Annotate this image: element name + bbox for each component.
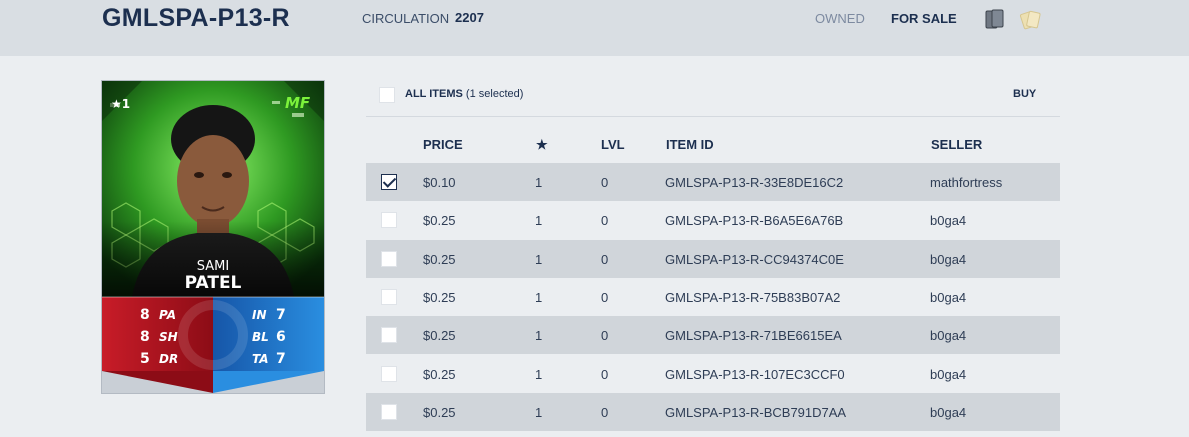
row-checkbox[interactable] (381, 327, 397, 343)
stat-value: 8 (140, 307, 150, 323)
row-checkbox[interactable] (381, 251, 397, 267)
row-price: $0.10 (423, 175, 456, 190)
row-seller: mathfortress (930, 175, 1003, 190)
row-price: $0.25 (423, 367, 456, 382)
column-header-seller[interactable]: SELLER (931, 137, 982, 152)
row-star: 1 (535, 290, 543, 305)
stat-label: TA (252, 352, 269, 366)
row-seller: b0ga4 (930, 328, 967, 343)
row-seller: b0ga4 (930, 213, 967, 228)
selected-count: (1 selected) (465, 88, 524, 100)
stat-value: 5 (140, 351, 150, 367)
tab-for-sale[interactable]: FOR SALE (891, 11, 957, 26)
row-price: $0.25 (423, 213, 456, 228)
player-card[interactable]: ★1 MF SAMI PATEL 8 PA 8 SH 5 DR IN 7 BL … (101, 80, 325, 394)
column-header-item-id[interactable]: ITEM ID (666, 137, 714, 152)
card-first-name: SAMI (196, 259, 230, 274)
row-lvl: 0 (601, 252, 609, 267)
top-bar: GMLSPA-P13-R CIRCULATION 2207 OWNED FOR … (0, 0, 1189, 56)
table-row[interactable]: $0.25 1 0 GMLSPA-P13-R-71BE6615EA b0ga4 (366, 316, 1060, 354)
row-price: $0.25 (423, 405, 456, 420)
buy-button[interactable]: BUY (1013, 88, 1036, 100)
stat-label: IN (252, 308, 267, 322)
column-header-star[interactable]: ★ (536, 137, 548, 153)
row-checkbox[interactable] (381, 404, 397, 420)
table-row[interactable]: $0.25 1 0 GMLSPA-P13-R-B6A5E6A76B b0ga4 (366, 201, 1060, 239)
row-seller: b0ga4 (930, 290, 967, 305)
row-checkbox[interactable] (381, 366, 397, 382)
page-title: GMLSPA-P13-R (102, 4, 290, 32)
all-items-text: ALL ITEMS (405, 88, 463, 100)
stat-label: BL (252, 330, 269, 344)
table-row[interactable]: $0.25 1 0 GMLSPA-P13-R-BCB791D7AA b0ga4 (366, 393, 1060, 431)
select-all-checkbox[interactable] (379, 87, 395, 103)
player-card-art (102, 81, 324, 393)
table-row[interactable]: $0.25 1 0 GMLSPA-P13-R-CC94374C0E b0ga4 (366, 240, 1060, 278)
row-star: 1 (535, 405, 543, 420)
select-all-label[interactable]: ALL ITEMS (1 selected) (405, 88, 523, 100)
row-lvl: 0 (601, 175, 609, 190)
card-last-name: PATEL (184, 273, 242, 293)
cards-stack-icon[interactable] (983, 8, 1009, 30)
table-row[interactable]: $0.25 1 0 GMLSPA-P13-R-75B83B07A2 b0ga4 (366, 278, 1060, 316)
row-checkbox[interactable] (381, 212, 397, 228)
row-lvl: 0 (601, 328, 609, 343)
circulation-value: 2207 (455, 10, 484, 25)
row-lvl: 0 (601, 213, 609, 228)
table-row[interactable]: $0.25 1 0 GMLSPA-P13-R-107EC3CCF0 b0ga4 (366, 355, 1060, 393)
row-seller: b0ga4 (930, 367, 967, 382)
cards-fan-icon[interactable] (1019, 8, 1045, 30)
row-seller: b0ga4 (930, 252, 967, 267)
stat-value: 7 (276, 351, 286, 367)
circulation-label: CIRCULATION (362, 11, 450, 26)
row-item-id: GMLSPA-P13-R-BCB791D7AA (665, 405, 847, 420)
row-checkbox[interactable] (381, 174, 397, 190)
column-header-lvl[interactable]: LVL (601, 137, 625, 152)
row-item-id: GMLSPA-P13-R-CC94374C0E (665, 252, 844, 267)
stat-value: 7 (276, 307, 286, 323)
tab-owned[interactable]: OWNED (815, 11, 865, 26)
row-lvl: 0 (601, 290, 609, 305)
row-seller: b0ga4 (930, 405, 967, 420)
row-item-id: GMLSPA-P13-R-B6A5E6A76B (665, 213, 844, 228)
card-star-level: ★1 (111, 97, 131, 111)
row-item-id: GMLSPA-P13-R-71BE6615EA (665, 328, 842, 343)
row-price: $0.25 (423, 290, 456, 305)
row-star: 1 (535, 213, 543, 228)
row-lvl: 0 (601, 405, 609, 420)
row-item-id: GMLSPA-P13-R-75B83B07A2 (665, 290, 841, 305)
row-price: $0.25 (423, 328, 456, 343)
column-header-price[interactable]: PRICE (423, 137, 463, 152)
row-price: $0.25 (423, 252, 456, 267)
stat-value: 6 (276, 329, 286, 345)
row-star: 1 (535, 175, 543, 190)
row-star: 1 (535, 252, 543, 267)
row-star: 1 (535, 367, 543, 382)
stat-label: DR (159, 352, 179, 366)
row-item-id: GMLSPA-P13-R-107EC3CCF0 (665, 367, 845, 382)
stat-label: SH (159, 330, 178, 344)
row-checkbox[interactable] (381, 289, 397, 305)
row-lvl: 0 (601, 367, 609, 382)
row-star: 1 (535, 328, 543, 343)
card-position: MF (285, 94, 311, 112)
row-item-id: GMLSPA-P13-R-33E8DE16C2 (665, 175, 844, 190)
stat-value: 8 (140, 329, 150, 345)
table-row[interactable]: $0.10 1 0 GMLSPA-P13-R-33E8DE16C2 mathfo… (366, 163, 1060, 201)
stat-label: PA (159, 308, 176, 322)
